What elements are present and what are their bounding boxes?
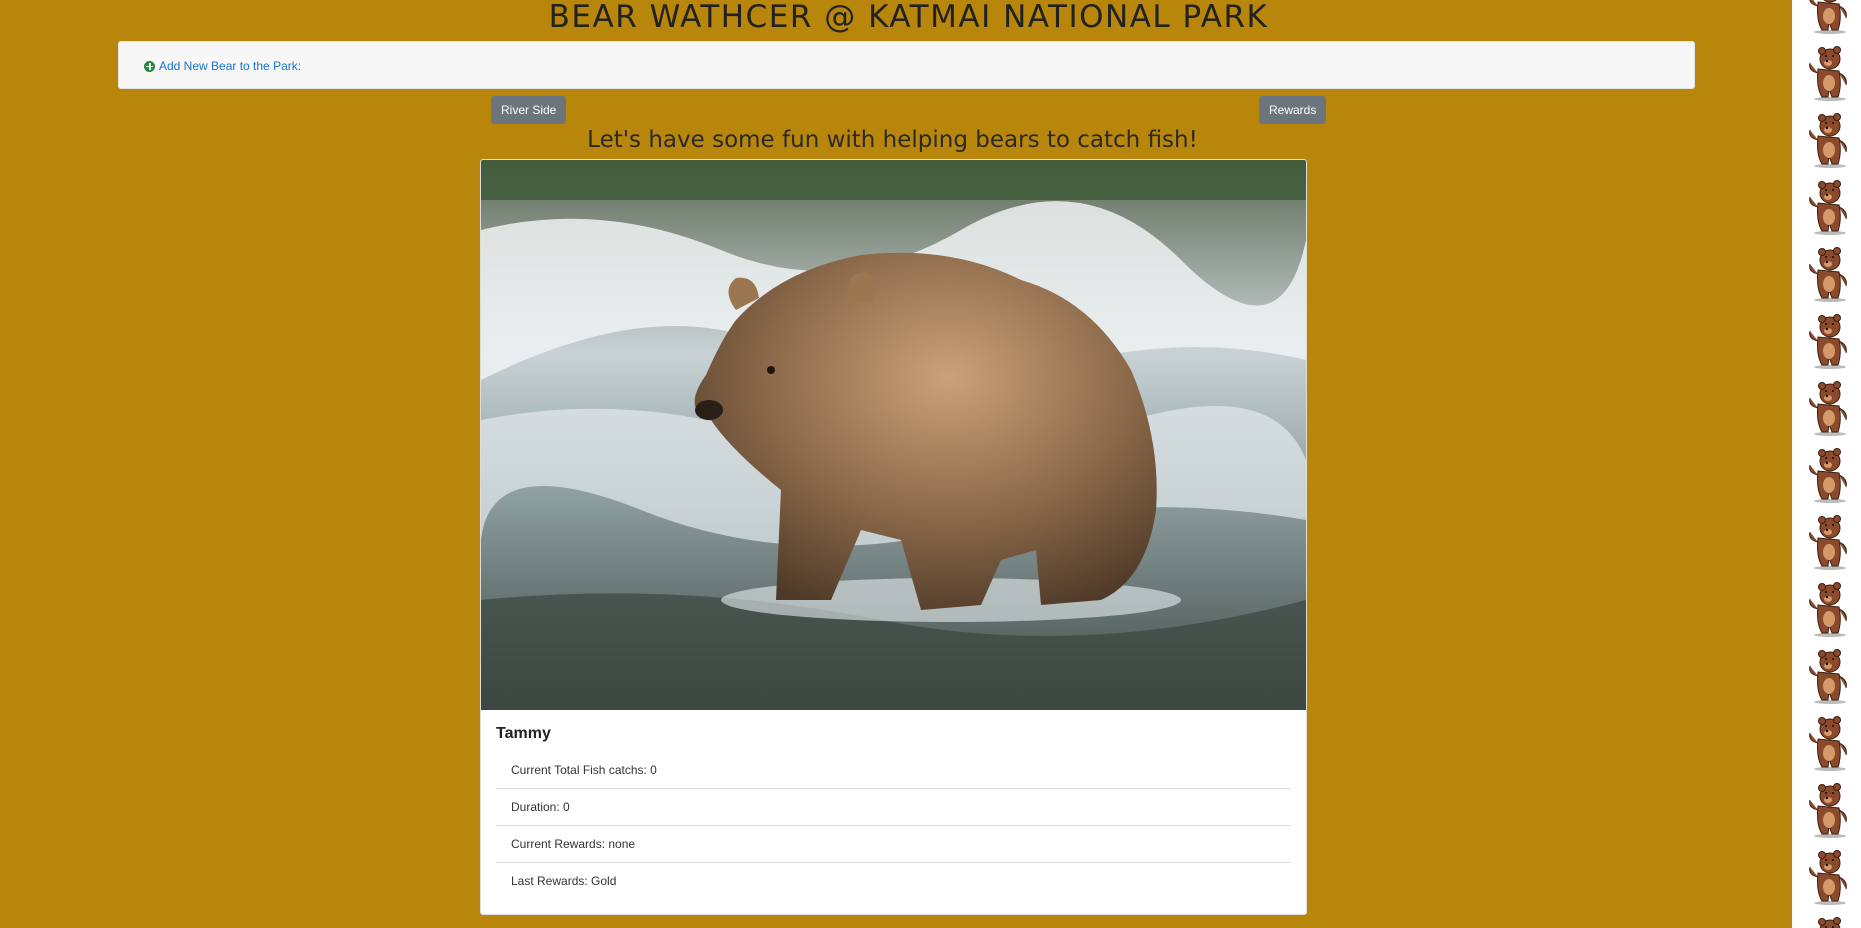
dancing-bear-icon (1809, 515, 1847, 570)
dancing-bear-icon (1809, 0, 1847, 34)
stat-current-rewards: Current Rewards: none (496, 826, 1291, 863)
dancing-bear-strip (1792, 0, 1861, 928)
dancing-bear-icon (1809, 649, 1847, 704)
dancing-bear-icon (1809, 247, 1847, 302)
dancing-bear-icon (1809, 113, 1847, 168)
river-side-button[interactable]: River Side (491, 96, 567, 124)
dancing-bear-icon (1809, 448, 1847, 503)
dancing-bear-icon (1809, 314, 1847, 369)
add-new-bear-label: Add New Bear to the Park: (159, 59, 302, 73)
dancing-bear-icon (1809, 716, 1847, 771)
page-subtitle: Let's have some fun with helping bears t… (587, 127, 1198, 153)
add-bear-panel: Add New Bear to the Park: (118, 41, 1695, 89)
bear-photo (481, 160, 1306, 710)
rewards-button[interactable]: Rewards (1259, 96, 1327, 124)
dancing-bear-icon (1809, 850, 1847, 905)
stat-last-rewards: Last Rewards: Gold (511, 874, 617, 888)
dancing-bear-icon (1809, 783, 1847, 838)
bear-card: Tammy Current Total Fish catchs: 0 Durat… (480, 159, 1307, 915)
stat-duration: Duration: 0 (496, 789, 1291, 826)
bear-name: Tammy (496, 725, 551, 742)
page: BEAR WATHCER @ KATMAI NATIONAL PARK Add … (0, 0, 1861, 928)
page-title: BEAR WATHCER @ KATMAI NATIONAL PARK (548, 0, 1269, 35)
bear-stats-list: Current Total Fish catchs: 0 Duration: 0… (496, 752, 1291, 899)
plus-circle-icon (144, 60, 155, 72)
add-new-bear-link[interactable]: Add New Bear to the Park: (144, 59, 301, 73)
dancing-bear-icon (1818, 917, 1841, 928)
dancing-bear-icon (1809, 46, 1847, 101)
dancing-bear-icon (1809, 582, 1847, 637)
dancing-bear-icon (1809, 180, 1847, 235)
stat-fish-catches: Current Total Fish catchs: 0 (496, 752, 1291, 789)
bear-card-body: Tammy Current Total Fish catchs: 0 Durat… (481, 710, 1306, 899)
dancing-bear-icon (1809, 381, 1847, 436)
